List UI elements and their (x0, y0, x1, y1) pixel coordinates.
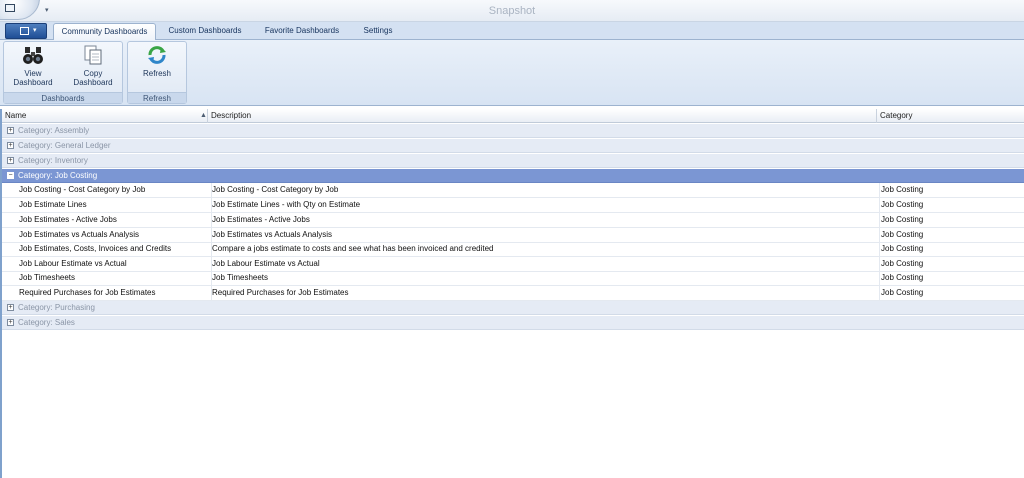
copy-dashboard-label-2: Dashboard (73, 78, 113, 87)
group-row-job-costing[interactable]: − Category: Job Costing (2, 169, 1024, 183)
row-name: Job Estimates vs Actuals Analysis (19, 230, 140, 239)
dashboards-grid: Name ▲ Description Category + Category: … (0, 109, 1024, 478)
copy-document-icon (84, 45, 102, 65)
row-name: Job Timesheets (19, 273, 76, 282)
view-dashboard-button[interactable]: View Dashboard (10, 44, 56, 87)
refresh-group-label: Refresh (128, 92, 186, 103)
table-row[interactable]: Job Estimate Lines Job Estimate Lines - … (2, 198, 1024, 213)
row-category: Job Costing (879, 257, 1024, 272)
row-category: Job Costing (879, 198, 1024, 213)
expand-plus-icon[interactable]: + (7, 304, 14, 311)
tab-settings[interactable]: Settings (356, 23, 400, 40)
view-dashboard-label-1: View (24, 69, 42, 78)
dashboards-group-label: Dashboards (4, 92, 122, 103)
column-header-name-label: Name (5, 111, 27, 120)
binoculars-icon (23, 47, 43, 64)
table-row[interactable]: Job Estimates, Costs, Invoices and Credi… (2, 242, 1024, 257)
chevron-down-icon: ▾ (33, 27, 37, 34)
row-category: Job Costing (879, 271, 1024, 286)
row-name: Job Costing - Cost Category by Job (19, 185, 146, 194)
group-label: Category: Job Costing (18, 171, 98, 180)
row-description: Job Estimates - Active Jobs (211, 213, 875, 228)
tab-custom-dashboards[interactable]: Custom Dashboards (163, 23, 247, 40)
ribbon-tab-strip: ▾ Community Dashboards Custom Dashboards… (0, 22, 1024, 40)
application-menu-button[interactable]: ▾ (5, 23, 47, 39)
row-name: Job Estimates, Costs, Invoices and Credi… (19, 244, 172, 253)
ribbon: View Dashboard Copy Dashboard Dashboards (0, 40, 1024, 106)
row-category: Job Costing (879, 242, 1024, 257)
sort-ascending-icon: ▲ (200, 112, 207, 119)
group-label: Category: General Ledger (18, 141, 111, 150)
refresh-button[interactable]: Refresh (134, 44, 180, 78)
expand-plus-icon[interactable]: + (7, 127, 14, 134)
group-row-purchasing[interactable]: + Category: Purchasing (2, 301, 1024, 315)
group-label: Category: Inventory (18, 156, 88, 165)
copy-dashboard-label-1: Copy (83, 69, 103, 78)
expand-plus-icon[interactable]: + (7, 319, 14, 326)
row-description: Job Costing - Cost Category by Job (211, 183, 875, 198)
row-category: Job Costing (879, 228, 1024, 243)
group-label: Category: Purchasing (18, 303, 95, 312)
dashboards-group: View Dashboard Copy Dashboard Dashboards (3, 41, 123, 104)
row-category: Job Costing (879, 286, 1024, 301)
group-row-sales[interactable]: + Category: Sales (2, 316, 1024, 330)
column-header-description[interactable]: Description (208, 109, 877, 123)
row-description: Job Labour Estimate vs Actual (211, 257, 875, 272)
table-row[interactable]: Job Costing - Cost Category by Job Job C… (2, 183, 1024, 198)
group-label: Category: Sales (18, 318, 75, 327)
row-name: Job Labour Estimate vs Actual (19, 259, 127, 268)
expand-plus-icon[interactable]: + (7, 142, 14, 149)
group-row-assembly[interactable]: + Category: Assembly (2, 124, 1024, 138)
app-menu-icon (20, 27, 29, 35)
row-description: Compare a jobs estimate to costs and see… (211, 242, 875, 257)
column-header-category-label: Category (880, 111, 913, 120)
row-category: Job Costing (879, 213, 1024, 228)
group-label: Category: Assembly (18, 126, 90, 135)
row-name: Required Purchases for Job Estimates (19, 288, 156, 297)
table-row[interactable]: Job Estimates vs Actuals Analysis Job Es… (2, 228, 1024, 243)
group-row-inventory[interactable]: + Category: Inventory (2, 154, 1024, 168)
tab-community-dashboards[interactable]: Community Dashboards (53, 23, 156, 40)
group-row-general-ledger[interactable]: + Category: General Ledger (2, 139, 1024, 153)
column-header-name[interactable]: Name ▲ (2, 109, 208, 123)
table-row[interactable]: Job Timesheets Job Timesheets Job Costin… (2, 271, 1024, 286)
row-category: Job Costing (879, 183, 1024, 198)
refresh-arrows-icon (148, 46, 166, 64)
window-title: Snapshot (488, 5, 536, 17)
row-description: Required Purchases for Job Estimates (211, 286, 875, 301)
expand-plus-icon[interactable]: + (7, 157, 14, 164)
tab-favorite-dashboards[interactable]: Favorite Dashboards (258, 23, 346, 40)
row-description: Job Timesheets (211, 271, 875, 286)
column-header-category[interactable]: Category (877, 109, 1024, 123)
title-bar: ▾ Snapshot (0, 0, 1024, 22)
refresh-group: Refresh Refresh (127, 41, 187, 104)
row-name: Job Estimate Lines (19, 200, 87, 209)
copy-dashboard-button[interactable]: Copy Dashboard (68, 44, 118, 87)
row-description: Job Estimate Lines - with Qty on Estimat… (211, 198, 875, 213)
view-dashboard-label-2: Dashboard (13, 78, 53, 87)
table-row[interactable]: Job Estimates - Active Jobs Job Estimate… (2, 213, 1024, 228)
table-row[interactable]: Required Purchases for Job Estimates Req… (2, 286, 1024, 301)
row-name: Job Estimates - Active Jobs (19, 215, 117, 224)
grid-header: Name ▲ Description Category (2, 109, 1024, 123)
row-description: Job Estimates vs Actuals Analysis (211, 228, 875, 243)
table-row[interactable]: Job Labour Estimate vs Actual Job Labour… (2, 257, 1024, 272)
refresh-label: Refresh (142, 69, 171, 78)
column-header-description-label: Description (211, 111, 252, 120)
collapse-minus-icon[interactable]: − (7, 172, 14, 179)
